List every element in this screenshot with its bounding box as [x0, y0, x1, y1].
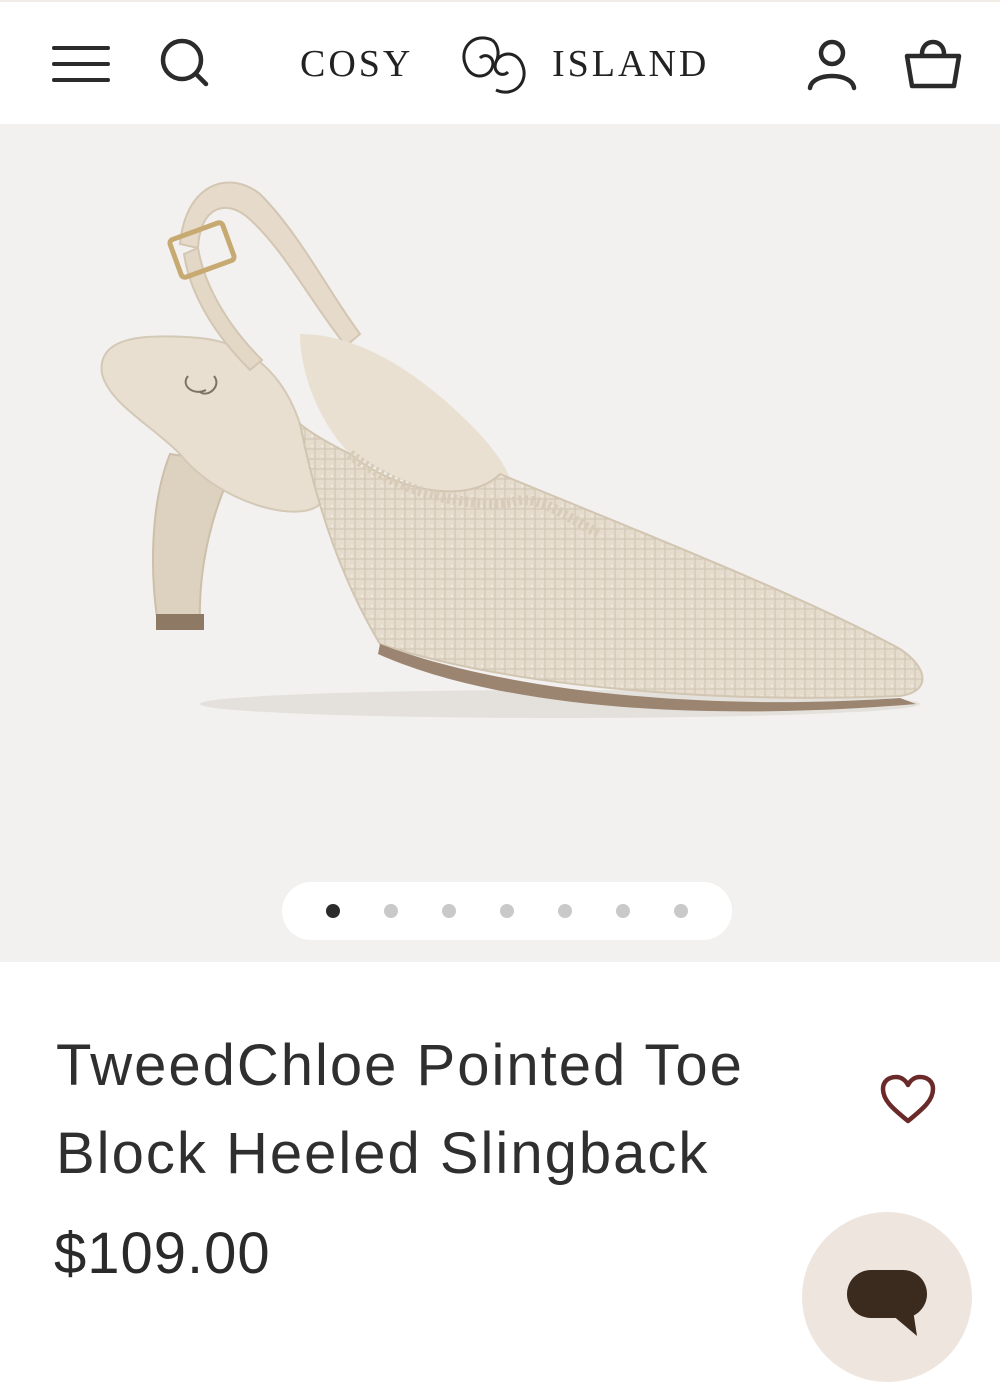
- gallery-dot[interactable]: [384, 904, 398, 918]
- chat-icon: [847, 1270, 927, 1336]
- gallery-dot[interactable]: [674, 904, 688, 918]
- gallery-dot[interactable]: [616, 904, 630, 918]
- brand-name-left: COSY: [300, 43, 414, 85]
- product-image: [100, 181, 924, 718]
- gallery-dot[interactable]: [558, 904, 572, 918]
- brand-logo[interactable]: COSY ISLAND: [290, 24, 720, 104]
- gallery-dot[interactable]: [326, 904, 340, 918]
- gallery-pagination: [282, 882, 732, 940]
- cart-icon[interactable]: [902, 32, 964, 94]
- brand-name-right: ISLAND: [552, 43, 710, 85]
- gallery-dot[interactable]: [442, 904, 456, 918]
- brand-monogram-icon: [462, 36, 526, 94]
- search-icon[interactable]: [158, 36, 212, 90]
- heart-icon[interactable]: [880, 1074, 936, 1126]
- chat-button[interactable]: [802, 1212, 972, 1382]
- product-title: TweedChloe Pointed Toe Block Heeled Slin…: [56, 1033, 744, 1186]
- account-icon[interactable]: [804, 36, 860, 92]
- product-image-gallery[interactable]: [0, 124, 1000, 962]
- menu-icon[interactable]: [52, 40, 112, 88]
- gallery-dot[interactable]: [500, 904, 514, 918]
- product-price: $109.00: [54, 1221, 271, 1286]
- site-header: COSY ISLAND: [0, 0, 1000, 124]
